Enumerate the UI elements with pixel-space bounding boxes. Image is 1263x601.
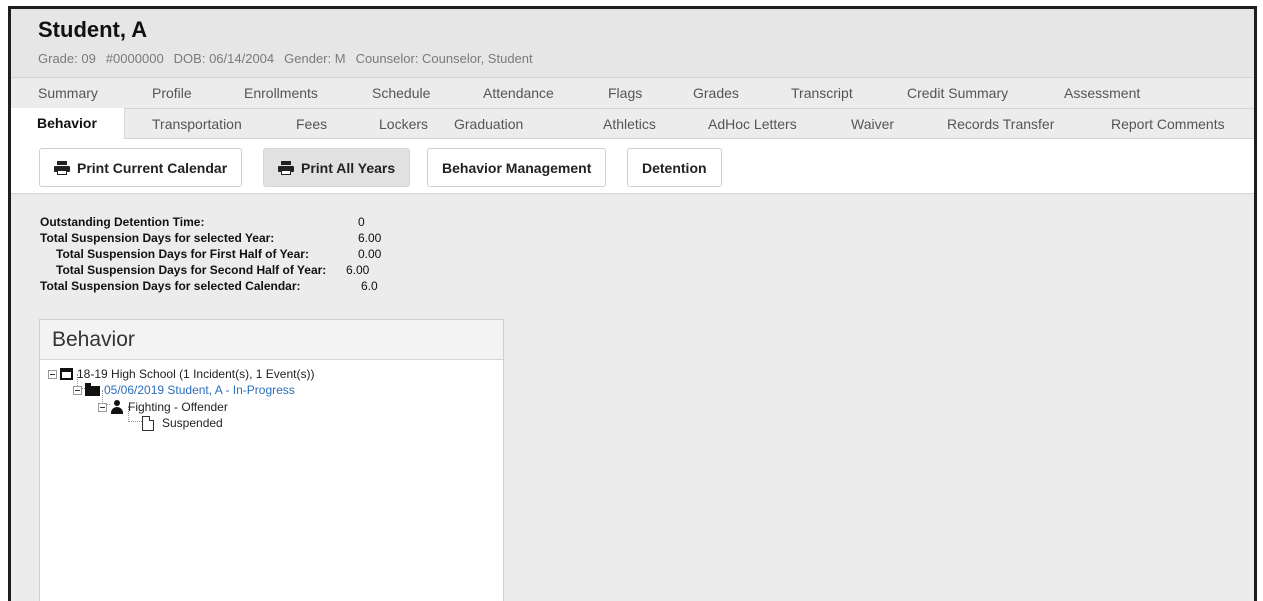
tab-records-transfer[interactable]: Records Transfer — [947, 116, 1054, 132]
tab-profile[interactable]: Profile — [152, 85, 192, 101]
person-icon — [110, 400, 124, 414]
document-icon — [142, 415, 154, 431]
stat-value: 0.00 — [358, 247, 382, 261]
content-area: Outstanding Detention Time: 0 Total Susp… — [11, 198, 1254, 601]
tab-attendance[interactable]: Attendance — [483, 85, 554, 101]
tab-lockers[interactable]: Lockers — [379, 116, 428, 132]
stat-value: 0 — [358, 215, 365, 229]
stat-value: 6.00 — [358, 231, 382, 245]
behavior-management-button[interactable]: Behavior Management — [427, 148, 607, 187]
behavior-panel: Behavior 18-19 High School (1 Incident(s… — [39, 319, 504, 601]
tab-graduation[interactable]: Graduation — [454, 116, 523, 132]
student-counselor: Counselor: Counselor, Student — [355, 51, 533, 66]
tab-row-2: Behavior Transportation Fees Lockers Gra… — [11, 108, 1254, 139]
tab-fees[interactable]: Fees — [296, 116, 327, 132]
tab-summary[interactable]: Summary — [38, 85, 98, 101]
tab-schedule[interactable]: Schedule — [372, 85, 430, 101]
print-all-years-label: Print All Years — [301, 159, 396, 176]
calendar-icon — [60, 368, 73, 380]
tab-transportation[interactable]: Transportation — [152, 116, 242, 132]
printer-icon — [278, 160, 294, 175]
print-current-calendar-label: Print Current Calendar — [77, 159, 228, 176]
tree-node-resolution[interactable]: Suspended — [142, 415, 223, 431]
tab-assessment[interactable]: Assessment — [1064, 85, 1140, 101]
behavior-management-label: Behavior Management — [442, 159, 592, 176]
tab-transcript[interactable]: Transcript — [791, 85, 853, 101]
calendar-label: 18-19 High School (1 Incident(s), 1 Even… — [77, 367, 315, 381]
stat-label: Total Suspension Days for First Half of … — [56, 247, 309, 261]
tree-node-incident[interactable]: 05/06/2019 Student, A - In-Progress — [73, 382, 295, 398]
stat-label: Total Suspension Days for selected Calen… — [40, 279, 301, 293]
tab-row-1: Summary Profile Enrollments Schedule Att… — [11, 77, 1254, 108]
printer-icon — [54, 160, 70, 175]
tab-enrollments[interactable]: Enrollments — [244, 85, 318, 101]
behavior-toolbar: Print Current Calendar Print All Years B… — [11, 139, 1254, 194]
student-dob: DOB: 06/14/2004 — [173, 51, 275, 66]
tab-report-comments[interactable]: Report Comments — [1111, 116, 1225, 132]
resolution-label: Suspended — [162, 416, 223, 430]
tab-flags[interactable]: Flags — [608, 85, 642, 101]
stat-label: Outstanding Detention Time: — [40, 215, 205, 229]
tab-athletics[interactable]: Athletics — [603, 116, 656, 132]
tab-waiver[interactable]: Waiver — [851, 116, 894, 132]
tree-connector — [128, 421, 142, 422]
behavior-panel-title: Behavior — [40, 320, 503, 360]
stat-label: Total Suspension Days for Second Half of… — [56, 263, 327, 277]
tree-node-calendar[interactable]: 18-19 High School (1 Incident(s), 1 Even… — [48, 366, 314, 382]
print-current-calendar-button[interactable]: Print Current Calendar — [39, 148, 243, 187]
student-grade: Grade: 09 — [38, 51, 96, 66]
student-header: Student, A Grade: 09 #0000000 DOB: 06/14… — [11, 9, 1254, 77]
tab-credit-summary[interactable]: Credit Summary — [907, 85, 1008, 101]
collapse-icon[interactable] — [48, 369, 57, 379]
tree-node-event[interactable]: Fighting - Offender — [98, 399, 228, 415]
collapse-icon[interactable] — [98, 402, 107, 412]
detention-label: Detention — [642, 159, 707, 176]
folder-icon — [85, 383, 100, 396]
collapse-icon[interactable] — [73, 385, 82, 395]
student-gender: Gender: M — [284, 51, 346, 66]
tab-grades[interactable]: Grades — [693, 85, 739, 101]
event-label: Fighting - Offender — [128, 400, 228, 414]
student-name: Student, A — [38, 17, 148, 42]
detention-button[interactable]: Detention — [627, 148, 722, 187]
print-all-years-button[interactable]: Print All Years — [263, 148, 411, 187]
stat-label: Total Suspension Days for selected Year: — [40, 231, 275, 245]
stat-value: 6.00 — [346, 263, 370, 277]
tab-adhoc-letters[interactable]: AdHoc Letters — [708, 116, 797, 132]
app-window: Student, A Grade: 09 #0000000 DOB: 06/14… — [8, 6, 1257, 601]
stat-value: 6.0 — [361, 279, 378, 293]
student-id: #0000000 — [105, 51, 164, 66]
tab-behavior[interactable]: Behavior — [11, 108, 125, 139]
student-meta: Grade: 09 #0000000 DOB: 06/14/2004 Gende… — [38, 51, 1254, 66]
incident-link[interactable]: 05/06/2019 Student, A - In-Progress — [104, 382, 295, 398]
